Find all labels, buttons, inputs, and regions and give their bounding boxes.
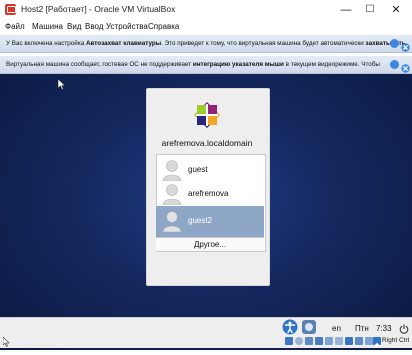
optical-drive-icon[interactable] [295,337,303,345]
hard-disk-icon[interactable] [285,337,293,345]
audio-icon[interactable] [305,337,313,345]
user-name: arefremova [188,189,229,198]
info-icon[interactable] [390,39,399,48]
user-avatar-icon [162,159,182,182]
window-title: Host2 [Работает] - Oracle VM VirtualBox [21,4,176,14]
keyboard-notification-text: У Вас включена настройка Автозахват клав… [6,40,406,47]
usb-icon[interactable] [325,337,333,345]
host-key-label: Right Ctrl [382,337,410,344]
display-icon[interactable] [345,337,353,345]
language-indicator[interactable]: en [332,324,341,333]
menu-help[interactable]: Справка [148,22,179,31]
close-notification-icon[interactable] [401,60,410,73]
mouse-cursor-icon [57,77,66,95]
minimize-button[interactable]: — [334,2,358,18]
virtualbox-icon [5,4,16,15]
shared-folders-icon[interactable] [335,337,343,345]
centos-logo [194,102,220,133]
host-cursor-icon [2,334,10,352]
info-icon[interactable] [390,60,399,69]
user-item-guest2[interactable]: guest2 [156,206,264,237]
recording-icon[interactable] [355,337,363,345]
user-name: guest [188,165,208,174]
other-user-button[interactable]: Другое... [156,237,264,251]
close-notification-icon[interactable] [401,39,410,52]
clock-label: 7:33 [376,324,392,333]
close-button[interactable]: ✕ [384,2,408,18]
user-avatar-icon [162,183,182,206]
day-label: Птн [355,324,369,333]
network-icon[interactable] [315,337,323,345]
menu-machine[interactable]: Машина [32,22,63,31]
user-avatar-icon [162,210,182,233]
menu-view[interactable]: Вид [67,22,81,31]
menu-input[interactable]: Ввод [85,22,103,31]
mouse-integration-icon[interactable] [365,337,373,345]
menu-file[interactable]: Файл [5,22,25,31]
host-key-icon[interactable] [373,337,381,348]
user-name: guest2 [188,216,213,225]
hostname-label: arefremova.localdomain [161,138,253,148]
menu-devices[interactable]: Устройства [106,22,148,31]
mouse-notification-text: Виртуальная машина сообщает, гостевая ОС… [6,61,380,68]
maximize-button[interactable]: ☐ [358,2,382,18]
